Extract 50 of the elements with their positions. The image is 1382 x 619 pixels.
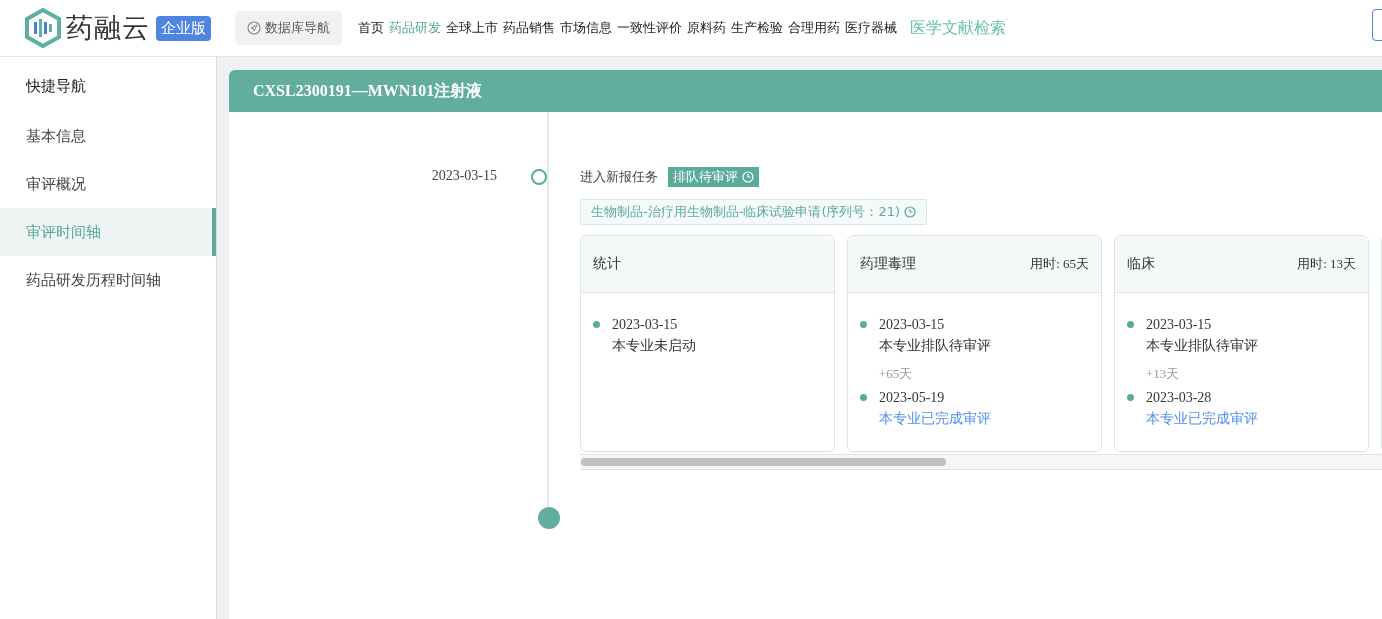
logo-icon <box>24 8 62 48</box>
sidebar-item[interactable]: 药品研发历程时间轴 <box>0 256 216 304</box>
clock-icon <box>904 206 917 218</box>
step-dot <box>860 321 867 328</box>
nav-link[interactable]: 原料药 <box>687 19 726 37</box>
step-date: 2023-03-15 <box>612 316 679 334</box>
step-date: 2023-03-15 <box>879 316 946 334</box>
nav-link[interactable]: 医疗器械 <box>845 19 897 37</box>
step-dot <box>593 321 600 328</box>
timeline-end-node <box>538 507 560 529</box>
sidebar-item[interactable]: 基本信息 <box>0 112 216 160</box>
step-status: 本专业已完成审评 <box>1146 409 1258 428</box>
step-date: 2023-03-15 <box>1146 316 1213 334</box>
panel-title: CXSL2300191—MWN101注射液 <box>253 80 483 101</box>
step-status: 本专业未启动 <box>612 336 696 355</box>
step-dot <box>1127 394 1134 401</box>
clock-icon <box>742 171 754 183</box>
duration-label: 用时: 65天 <box>1030 255 1089 273</box>
elapsed-days: +13天 <box>1127 356 1356 388</box>
status-tag: 排队待审评 <box>668 167 759 187</box>
nav-link[interactable]: 首页 <box>358 19 384 37</box>
logo-text: 药融云 <box>66 11 150 45</box>
database-nav-button[interactable]: 数据库导航 <box>235 11 342 45</box>
card-title: 临床 <box>1127 255 1155 273</box>
step-dot <box>860 394 867 401</box>
nav-link[interactable]: 全球上市 <box>446 19 498 37</box>
scrollbar-thumb[interactable] <box>581 458 946 466</box>
nav-link[interactable]: 市场信息 <box>560 19 612 37</box>
step-date: 2023-03-28 <box>1146 389 1213 407</box>
edition-badge: 企业版 <box>156 15 211 41</box>
send-icon <box>247 21 261 35</box>
step-dot <box>1127 321 1134 328</box>
elapsed-days: +65天 <box>860 356 1089 388</box>
event-date: 2023-03-15 <box>430 167 497 185</box>
step-status: 本专业已完成审评 <box>879 409 991 428</box>
task-label: 进入新报任务 <box>580 168 658 186</box>
step-status: 本专业排队待审评 <box>879 336 991 355</box>
card-title: 药理毒理 <box>860 255 916 273</box>
nav-link[interactable]: 合理用药 <box>788 19 840 37</box>
sidebar-item[interactable]: 审评概况 <box>0 160 216 208</box>
step-status: 本专业排队待审评 <box>1146 336 1258 355</box>
nav-link[interactable]: 一致性评价 <box>617 19 682 37</box>
timeline-node <box>530 169 547 185</box>
card-title: 统计 <box>593 255 621 273</box>
sidebar-title: 快捷导航 <box>24 76 87 97</box>
nav-link[interactable]: 生产检验 <box>731 19 783 37</box>
category-tag: 生物制品-治疗用生物制品-临床试验申请(序列号：21) <box>580 199 928 225</box>
step-date: 2023-05-19 <box>879 389 946 407</box>
duration-label: 用时: 13天 <box>1297 255 1356 273</box>
nav-link[interactable]: 药品销售 <box>503 19 555 37</box>
